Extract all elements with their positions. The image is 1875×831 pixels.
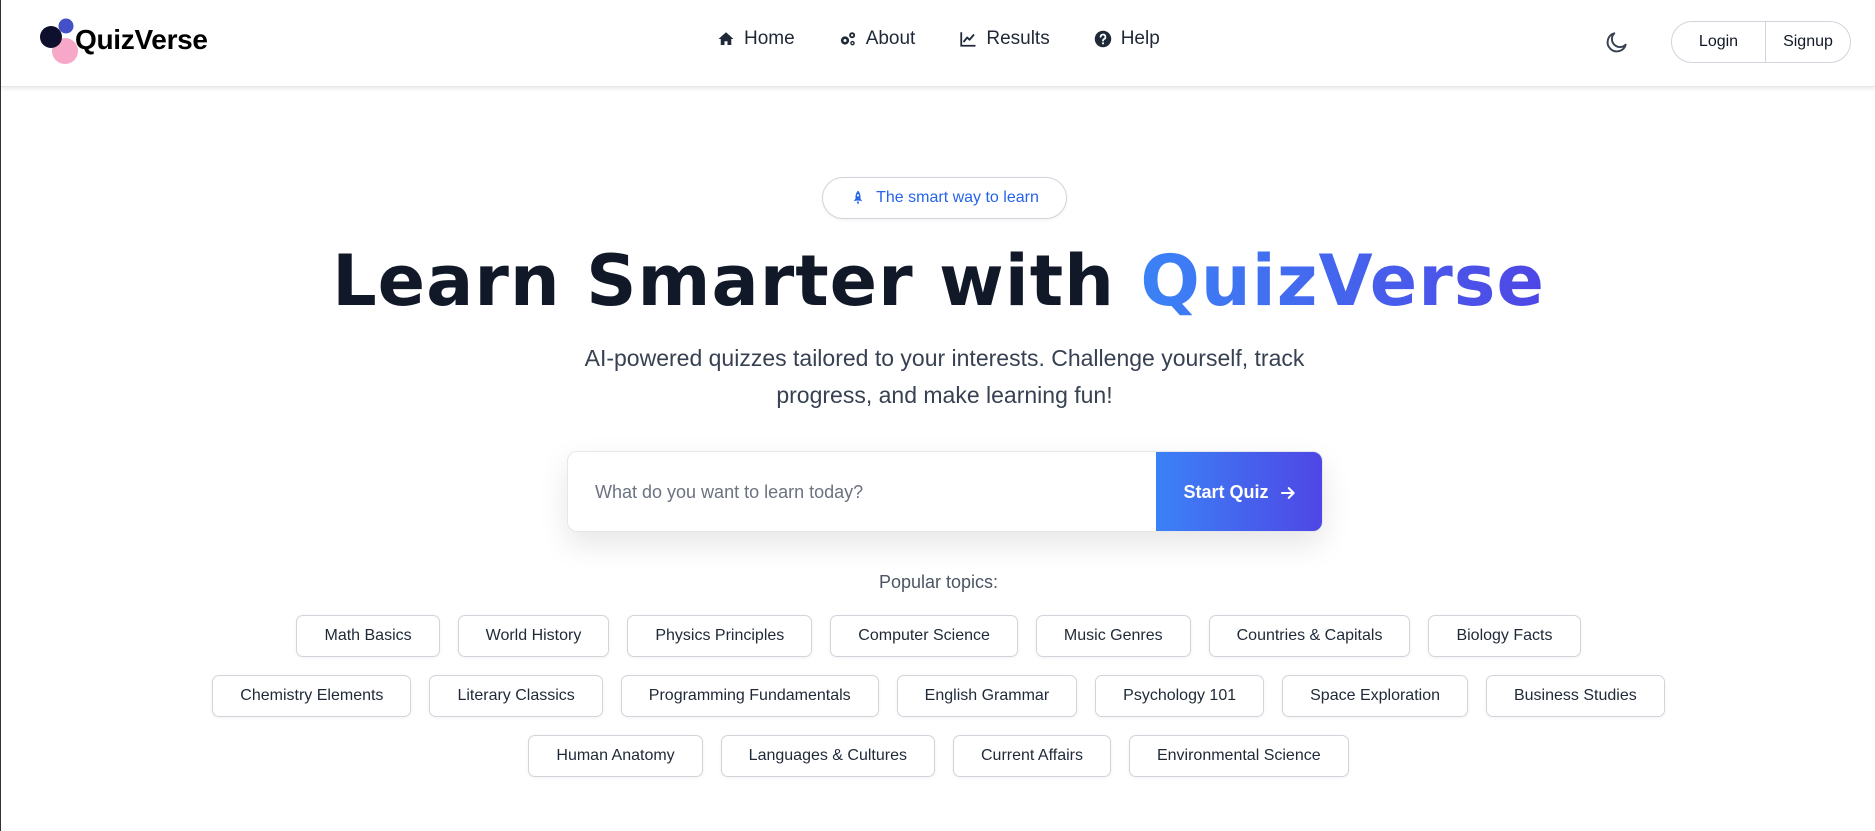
- auth-buttons: Login Signup: [1671, 21, 1851, 63]
- topic-chip[interactable]: Psychology 101: [1095, 675, 1265, 717]
- hero-subtitle: AI-powered quizzes tailored to your inte…: [584, 345, 1305, 408]
- topic-chip[interactable]: English Grammar: [896, 675, 1078, 717]
- topic-row-2: Chemistry Elements Literary Classics Pro…: [1, 675, 1875, 717]
- topic-chip[interactable]: Human Anatomy: [528, 735, 703, 777]
- rocket-icon: [853, 190, 863, 205]
- nav-label-help: Help: [1120, 28, 1160, 49]
- moon-icon[interactable]: [1604, 29, 1630, 55]
- question-circle-icon: [1094, 30, 1111, 48]
- tagline-text: The smart way to learn: [876, 189, 1039, 206]
- nav-label-about: About: [865, 28, 916, 49]
- topic-row-1: Math Basics World History Physics Princi…: [1, 615, 1875, 657]
- topic-search-input[interactable]: [568, 452, 1156, 531]
- nav-item-home[interactable]: Home: [717, 28, 795, 50]
- topic-chip[interactable]: Literary Classics: [429, 675, 603, 717]
- hero-title: Learn Smarter with QuizVerse: [1, 240, 1875, 322]
- topic-chip[interactable]: Business Studies: [1485, 675, 1665, 717]
- start-quiz-button[interactable]: Start Quiz: [1156, 452, 1322, 531]
- topic-chip[interactable]: Biology Facts: [1428, 615, 1581, 657]
- topic-chip[interactable]: Physics Principles: [627, 615, 813, 657]
- topic-chip[interactable]: Space Exploration: [1282, 675, 1468, 717]
- tagline-badge: The smart way to learn: [822, 177, 1067, 219]
- main-nav: Home About Results Help: [717, 28, 1160, 50]
- nav-label-home: Home: [744, 28, 795, 49]
- gears-icon: [840, 32, 855, 46]
- hero-title-accent: QuizVerse: [1140, 240, 1545, 322]
- topic-chip[interactable]: Math Basics: [296, 615, 440, 657]
- topic-chip[interactable]: Music Genres: [1035, 615, 1191, 657]
- topic-chip[interactable]: Chemistry Elements: [212, 675, 412, 717]
- home-icon: [718, 32, 734, 45]
- signup-button[interactable]: Signup: [1766, 22, 1850, 62]
- topic-row-3: Human Anatomy Languages & Cultures Curre…: [1, 735, 1875, 777]
- topic-chip[interactable]: Current Affairs: [953, 735, 1111, 777]
- nav-label-results: Results: [986, 28, 1050, 49]
- popular-topics-label: Popular topics:: [878, 572, 999, 592]
- topic-chip[interactable]: Computer Science: [830, 615, 1018, 657]
- topic-chip[interactable]: World History: [457, 615, 610, 657]
- nav-item-results[interactable]: Results: [959, 28, 1050, 50]
- logo-text: QuizVerse: [75, 24, 208, 55]
- topic-chip[interactable]: Countries & Capitals: [1208, 615, 1411, 657]
- nav-item-about[interactable]: About: [839, 28, 916, 50]
- chart-line-icon: [960, 32, 976, 47]
- logo[interactable]: QuizVerse: [39, 16, 229, 68]
- nav-item-help[interactable]: Help: [1094, 28, 1160, 50]
- quiz-search-bar: Start Quiz: [567, 451, 1323, 532]
- topic-chip[interactable]: Languages & Cultures: [720, 735, 935, 777]
- hero-title-plain: Learn Smarter with: [332, 240, 1141, 322]
- login-button[interactable]: Login: [1672, 22, 1766, 62]
- topic-chip[interactable]: Programming Fundamentals: [620, 675, 879, 717]
- arrow-right-icon: [1280, 486, 1295, 499]
- topic-chip[interactable]: Environmental Science: [1128, 735, 1349, 777]
- start-quiz-label: Start Quiz: [1183, 482, 1269, 502]
- top-navbar: QuizVerse Home About Results Help Login …: [1, 0, 1875, 87]
